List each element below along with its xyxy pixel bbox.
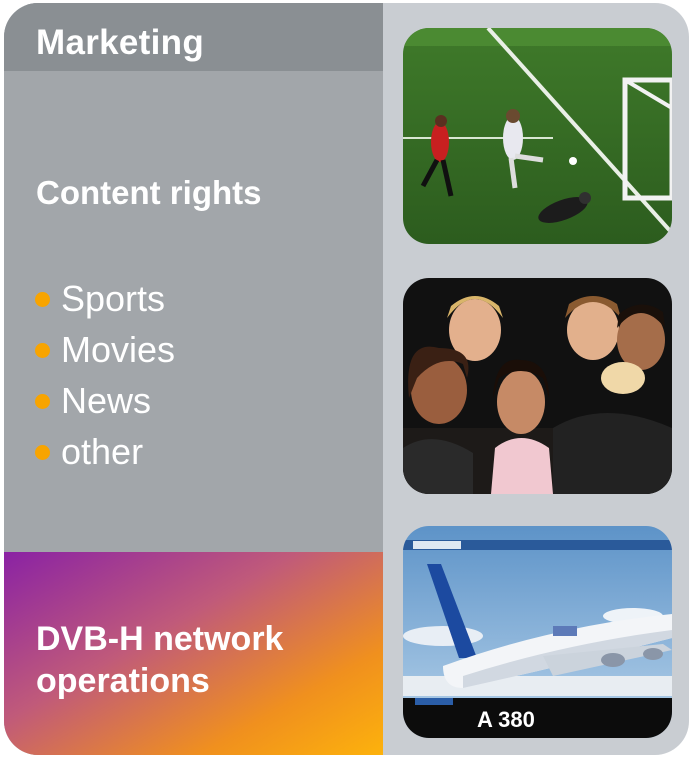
slide-frame: Marketing Content rights Sports Movies N… <box>4 3 689 755</box>
airplane-caption: A 380 <box>477 707 535 732</box>
network-title-line-2: operations <box>36 662 210 700</box>
airplane-icon: A 380 <box>403 526 672 738</box>
list-item-label: Movies <box>61 328 176 370</box>
content-rights-title: Content rights <box>36 174 262 211</box>
bullet-dot-icon <box>35 394 50 409</box>
list-item: Sports <box>35 273 175 324</box>
group-of-friends-icon <box>403 278 672 494</box>
bullet-dot-icon <box>35 292 50 307</box>
bullet-dot-icon <box>35 445 50 460</box>
network-title-line-1: DVB-H network <box>36 620 284 658</box>
header-title: Marketing <box>36 23 205 62</box>
list-item-label: other <box>61 430 144 472</box>
network-operations-box: DVB-H network operations <box>4 552 383 755</box>
network-operations-title: DVB-H network operations <box>36 618 283 702</box>
left-panel: Marketing Content rights Sports Movies N… <box>4 3 383 755</box>
bullet-dot-icon <box>35 343 50 358</box>
list-item: Movies <box>35 324 175 375</box>
list-item-label: News <box>61 379 152 421</box>
list-item: other <box>35 426 175 477</box>
list-item: News <box>35 375 175 426</box>
list-item-label: Sports <box>61 277 166 319</box>
soccer-photo <box>403 28 672 244</box>
soccer-match-icon <box>403 28 672 244</box>
content-rights-list: Sports Movies News other <box>35 273 175 477</box>
people-photo <box>403 278 672 494</box>
header-bar: Marketing <box>4 3 383 71</box>
airplane-photo: A 380 <box>403 526 672 738</box>
